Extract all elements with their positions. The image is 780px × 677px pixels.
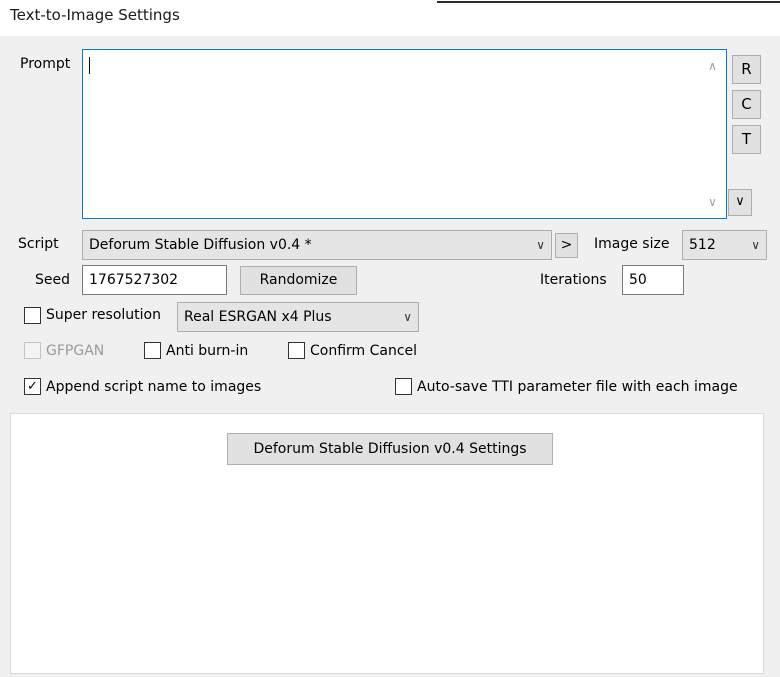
super-resolution-model-value: Real ESRGAN x4 Plus [184, 309, 332, 325]
confirm-cancel-label: Confirm Cancel [310, 343, 418, 359]
gfpgan-checkbox[interactable] [24, 342, 41, 359]
randomize-button[interactable]: Randomize [240, 266, 357, 295]
scroll-down-icon[interactable]: ∨ [699, 190, 726, 214]
prompt-expand-button[interactable]: ∨ [728, 189, 752, 216]
chevron-down-icon: ∨ [403, 310, 412, 324]
script-next-button[interactable]: > [555, 233, 578, 258]
script-settings-button[interactable]: Deforum Stable Diffusion v0.4 Settings [227, 433, 553, 465]
anti-burn-in-checkbox[interactable] [144, 342, 161, 359]
seed-input[interactable]: 1767527302 [82, 265, 227, 295]
image-size-label: Image size [594, 236, 670, 252]
image-size-select[interactable]: 512 ∨ [682, 230, 767, 260]
gfpgan-label: GFPGAN [46, 343, 105, 359]
seed-label: Seed [35, 272, 70, 288]
super-resolution-label: Super resolution [46, 307, 161, 323]
confirm-cancel-checkbox[interactable] [288, 342, 305, 359]
script-label: Script [18, 236, 59, 252]
window-edge [437, 0, 780, 3]
super-resolution-checkbox[interactable] [24, 307, 41, 324]
prompt-textarea[interactable]: ∧ ∨ [82, 49, 727, 219]
image-size-value: 512 [689, 237, 716, 253]
append-script-name-label: Append script name to images [46, 379, 262, 395]
chevron-down-icon: ∨ [751, 238, 760, 252]
chevron-down-icon: ∨ [536, 238, 545, 252]
prompt-label: Prompt [20, 56, 71, 72]
checkmark-icon: ✓ [27, 379, 38, 394]
prompt-scrollbar[interactable]: ∧ ∨ [699, 50, 726, 218]
super-resolution-model-select[interactable]: Real ESRGAN x4 Plus ∨ [177, 302, 419, 332]
anti-burn-in-label: Anti burn-in [166, 343, 249, 359]
script-select-value: Deforum Stable Diffusion v0.4 * [89, 237, 312, 253]
script-select[interactable]: Deforum Stable Diffusion v0.4 * ∨ [82, 230, 552, 260]
prompt-c-button[interactable]: C [732, 90, 761, 119]
window-title: Text-to-Image Settings [10, 6, 180, 24]
iterations-label: Iterations [540, 272, 607, 288]
auto-save-label: Auto-save TTI parameter file with each i… [417, 379, 738, 395]
auto-save-checkbox[interactable] [395, 378, 412, 395]
chevron-down-icon: ∨ [735, 194, 745, 209]
append-script-name-checkbox[interactable]: ✓ [24, 378, 41, 395]
iterations-input[interactable]: 50 [622, 265, 684, 295]
prompt-t-button[interactable]: T [732, 125, 761, 154]
scroll-up-icon[interactable]: ∧ [699, 54, 726, 78]
prompt-r-button[interactable]: R [732, 55, 761, 84]
text-caret [89, 57, 90, 74]
